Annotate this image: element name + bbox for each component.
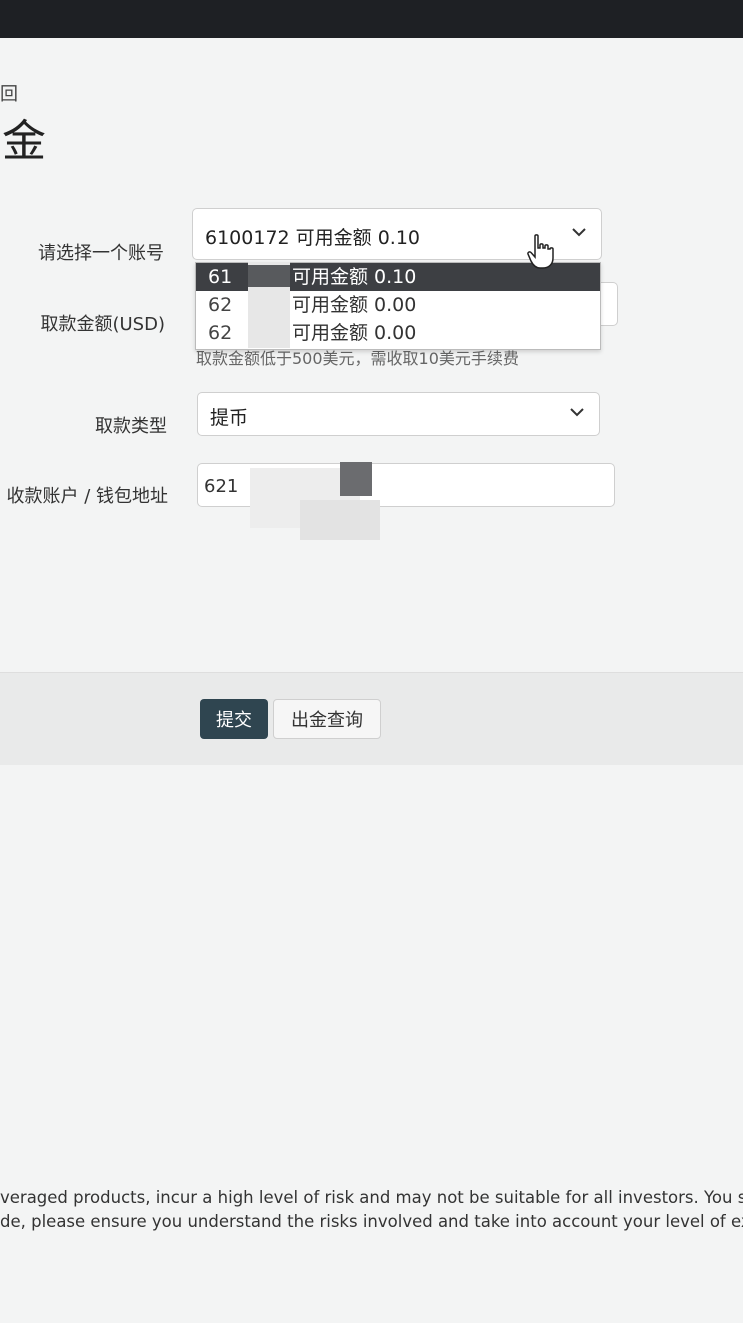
- risk-disclaimer: veraged products, incur a high level of …: [0, 1186, 743, 1234]
- disclaimer-line: de, please ensure you understand the ris…: [0, 1212, 743, 1231]
- disclaimer-line: veraged products, incur a high level of …: [0, 1188, 743, 1207]
- type-label: 取款类型: [95, 416, 167, 437]
- type-selected-value: 提币: [210, 407, 249, 429]
- amount-label: 取款金额(USD): [40, 314, 165, 335]
- pixelated-redaction: [300, 500, 380, 540]
- account-selected-value: 6100172 可用金额 0.10: [205, 227, 421, 249]
- withdrawal-type-select[interactable]: 提币: [197, 392, 600, 436]
- back-link[interactable]: 回: [0, 80, 18, 106]
- wallet-label: 收款账户 / 钱包地址: [6, 486, 168, 507]
- wallet-address-value: 621: [204, 476, 239, 497]
- page-title: 金: [2, 116, 46, 167]
- withdrawal-query-button[interactable]: 出金查询: [273, 699, 381, 739]
- chevron-down-icon: [571, 223, 587, 242]
- pixelated-redaction: [340, 462, 372, 496]
- redaction-mask: [248, 265, 290, 287]
- hand-pointer-icon: [526, 234, 556, 270]
- chevron-down-icon: [569, 403, 585, 422]
- submit-button[interactable]: 提交: [200, 699, 268, 739]
- account-label: 请选择一个账号: [38, 243, 164, 264]
- screen-bezel: [0, 0, 743, 38]
